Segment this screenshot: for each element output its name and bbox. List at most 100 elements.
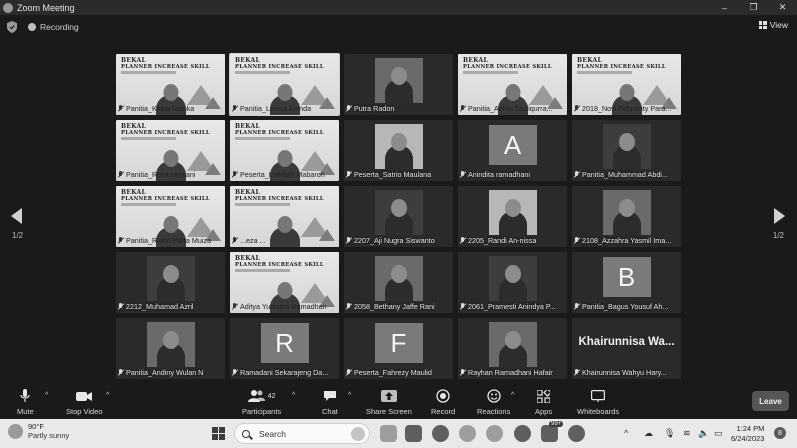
whiteboards-button[interactable]: Whiteboards [577,388,619,416]
bing-icon[interactable] [351,427,365,441]
participant-tile[interactable]: R Ramadani Sekarajeng Da... [230,318,339,379]
participant-name: Khairunnisa Wahyu Hary... [582,368,667,377]
participant-tile[interactable]: 2205_Randi An-nissa [458,186,567,247]
participant-tile[interactable]: 2207_Aji Nugra Siswanto [344,186,453,247]
whiteboards-label: Whiteboards [577,407,620,416]
participant-name: Panitia_Muhammad Abdi... [582,170,668,179]
video-camera-icon [76,388,93,404]
next-page-icon[interactable] [774,208,785,224]
participant-tile[interactable]: F Peserta_Fahrezy Maulid [344,318,453,379]
participants-options-chevron-icon[interactable]: ^ [292,392,295,399]
muted-microphone-icon [232,369,238,376]
participant-tile[interactable]: 2108_Azzahra Yasmil Ima... [572,186,681,247]
slide-subtitle-bar [463,71,518,74]
video-options-chevron-icon[interactable]: ^ [106,392,109,399]
participant-video [374,58,423,103]
spotify-icon[interactable] [432,425,449,442]
participant-tile[interactable]: B Panitia_Bagus Yousuf Ah... [572,252,681,313]
participant-tile[interactable]: Rayhan Ramadhani Hafair [458,318,567,379]
task-view-icon[interactable] [380,425,397,442]
participant-tile[interactable]: BEKAL PLANNER INCREASE SKILL Panitia_Ridho… [116,186,225,247]
participant-tile[interactable]: BEKAL PLANNER INCREASE SKILL Panitia_Kezia… [116,54,225,115]
slide-subtitle-bar [235,137,290,140]
participant-tile[interactable]: BEKAL PLANNER INCREASE SKILL 2018_Novi Feb… [572,54,681,115]
participant-tile[interactable]: BEKAL PLANNER INCREASE SKILL Peserta_Luthf… [230,120,339,181]
muted-microphone-icon [574,237,580,244]
weather-widget[interactable]: 90°F Partly sunny [8,422,69,440]
participant-tile[interactable]: BEKAL PLANNER INCREASE SKILL Panitia_Reza … [116,120,225,181]
tray-overflow-chevron-icon[interactable]: ^ [624,428,628,438]
participant-tile[interactable]: Putra Radon [344,54,453,115]
slide-title-line1: BEKAL [121,57,146,64]
chrome-icon[interactable] [459,425,476,442]
participants-button[interactable]: 42 Participants [242,388,281,416]
participant-tile[interactable]: Panitia_Muhammad Abdi... [572,120,681,181]
muted-microphone-icon [346,369,352,376]
audio-options-chevron-icon[interactable]: ^ [45,392,48,399]
participant-tile[interactable]: BEKAL PLANNER INCREASE SKILL ...eza ... [230,186,339,247]
search-label: Search [259,428,286,439]
reactions-button[interactable]: Reactions [477,388,510,416]
participant-nameplate: Panitia_Muhammad Abdi... [574,170,668,179]
system-clock[interactable]: 1:24 PM 6/24/2023 [731,424,764,444]
battery-icon[interactable]: ▭ [714,428,723,439]
weather-condition: Partly sunny [28,431,70,440]
participant-tile[interactable]: 2058_Bethany Jaffe Rani [344,252,453,313]
view-button[interactable]: View [758,20,788,30]
tray-microphone-icon[interactable]: 🎙 [664,428,675,439]
close-button[interactable]: ✕ [768,0,797,15]
slide-title-line1: BEKAL [121,123,146,130]
slide-title-line2: PLANNER INCREASE SKILL [577,64,666,70]
participant-tile[interactable]: Peserta_Satrio Maulana [344,120,453,181]
zoom-taskbar-icon[interactable] [568,425,585,442]
participant-nameplate: Khairunnisa Wahyu Hary... [574,368,667,377]
muted-microphone-icon [574,171,580,178]
record-button[interactable]: Record [431,388,455,416]
notification-center-icon[interactable]: 8 [774,427,786,439]
maximize-button[interactable]: ❐ [739,0,768,15]
slide-title-line2: PLANNER INCREASE SKILL [235,130,324,136]
stop-video-button[interactable]: Stop Video [66,388,103,416]
participant-tile[interactable]: Khairunnisa Wa... Khairunnisa Wahyu Hary.… [572,318,681,379]
participant-tile[interactable]: 2212_Muhamad Azril [116,252,225,313]
share-screen-label: Share Screen [366,407,412,416]
participant-tile[interactable]: BEKAL PLANNER INCREASE SKILL Aditya Yudist… [230,252,339,313]
participant-tile[interactable]: BEKAL PLANNER INCREASE SKILL Panitia_Azhar… [458,54,567,115]
participant-name: 2212_Muhamad Azril [126,302,194,311]
microphone-icon [20,388,30,404]
participant-head [390,67,407,85]
volume-icon[interactable]: 🔈 [698,428,709,439]
share-screen-button[interactable]: Share Screen [366,388,412,416]
wifi-icon[interactable]: ≋ [683,428,691,439]
taskbar-search-box[interactable]: Search [234,423,370,444]
participant-video [488,256,537,301]
leave-button[interactable]: Leave [752,391,789,411]
slide-title-line2: PLANNER INCREASE SKILL [235,262,324,268]
participant-name: 2108_Azzahra Yasmil Ima... [582,236,672,245]
reactions-options-chevron-icon[interactable]: ^ [511,392,514,399]
participant-tile[interactable]: BEKAL PLANNER INCREASE SKILL Panitia_Louis… [229,53,340,116]
previous-page-icon[interactable] [11,208,22,224]
onedrive-cloud-icon[interactable]: ☁ [644,428,653,439]
windows-start-icon[interactable] [212,427,225,440]
slide-title-line1: BEKAL [235,255,260,262]
participant-tile[interactable]: 2061_Pramesti Anindya P... [458,252,567,313]
whatsapp-icon[interactable] [541,425,558,442]
security-shield-icon[interactable] [7,21,17,33]
chat-options-chevron-icon[interactable]: ^ [348,392,351,399]
mute-button[interactable]: Mute [17,388,34,416]
slide-title-line2: PLANNER INCREASE SKILL [121,130,210,136]
participant-tile[interactable]: Panitia_Andiny Wulan N [116,318,225,379]
smiley-icon [487,388,501,404]
participant-head [619,84,634,101]
app-icon[interactable] [514,425,531,442]
file-explorer-icon[interactable] [405,425,422,442]
chat-button[interactable]: Chat [322,388,338,416]
apps-button[interactable]: Apps [535,388,552,416]
browser-app-icon[interactable] [486,425,503,442]
muted-microphone-icon [460,237,466,244]
slide-decoration-triangle [205,163,221,175]
participant-tile[interactable]: A Anindita ramadhani [458,120,567,181]
minimize-button[interactable]: – [710,0,739,15]
participant-head [277,150,292,167]
